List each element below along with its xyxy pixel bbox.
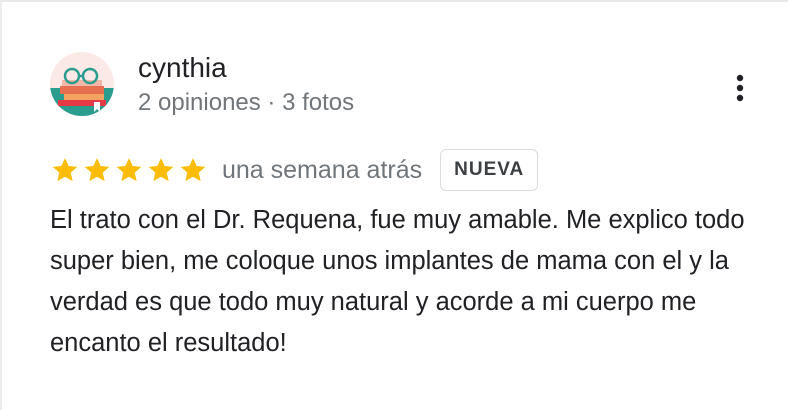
star-rating <box>50 155 208 185</box>
author-name[interactable]: cynthia <box>138 50 227 86</box>
new-badge: NUEVA <box>440 149 539 191</box>
review-card: cynthia 2 opiniones · 3 fotos una semana… <box>0 0 788 410</box>
star-icon <box>180 158 206 182</box>
star-icon <box>84 158 110 182</box>
review-date: una semana atrás <box>222 155 423 184</box>
rating-row: una semana atrás NUEVA <box>50 148 539 192</box>
avatar-illustration-icon <box>50 52 114 116</box>
star-icon <box>52 158 78 182</box>
star-icon <box>148 158 174 182</box>
author-meta: 2 opiniones · 3 fotos <box>138 89 355 116</box>
star-icon <box>116 158 142 182</box>
review-text: El trato con el Dr. Requena, fue muy ama… <box>50 206 745 357</box>
author-avatar[interactable] <box>50 52 114 116</box>
more-vert-icon <box>736 74 744 102</box>
more-options-button[interactable] <box>720 66 760 110</box>
